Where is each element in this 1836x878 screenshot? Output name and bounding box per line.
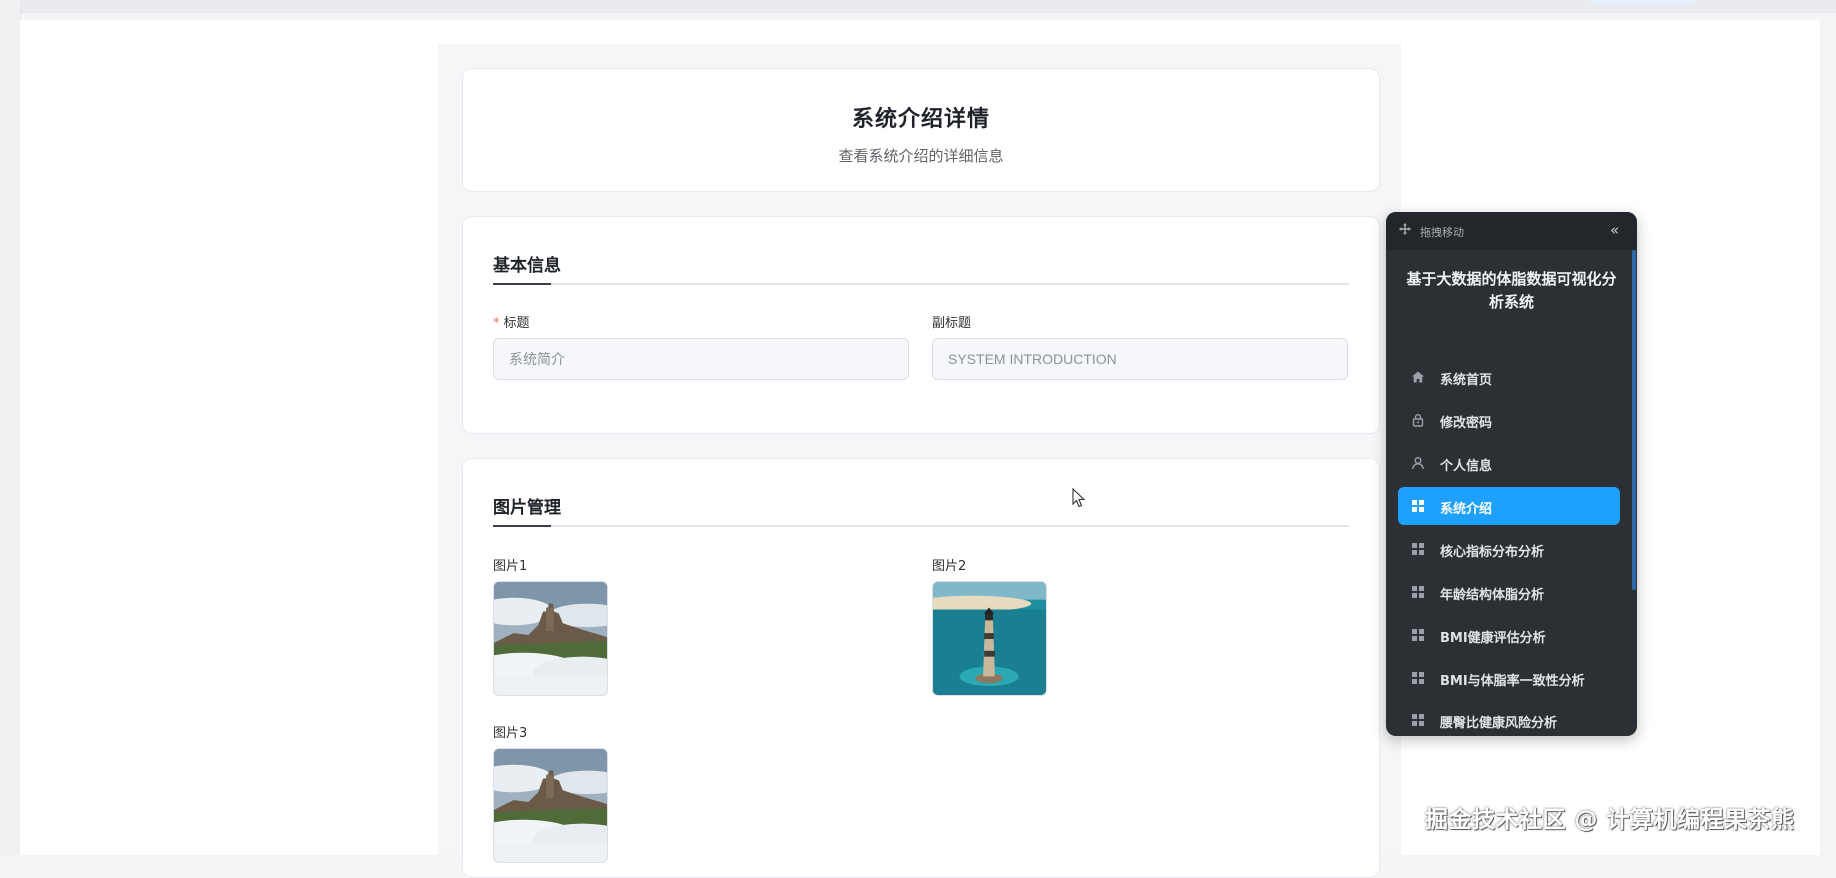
sidebar-scrollbar[interactable] — [1632, 250, 1636, 590]
sidebar-item-age-structure[interactable]: 年龄结构体脂分析 — [1398, 573, 1620, 611]
left-edge — [0, 0, 21, 855]
title-label-text: 标题 — [503, 316, 530, 331]
image-2-label: 图片2 — [932, 559, 967, 574]
section-divider-accent — [493, 283, 551, 285]
page-title: 系统介绍详情 — [851, 107, 990, 132]
image-section-title: 图片管理 — [493, 498, 561, 518]
sidebar-item-label: 系统首页 — [1440, 373, 1493, 388]
sidebar-item-label: 系统介绍 — [1440, 502, 1493, 517]
page-header-card: 系统介绍详情 查看系统介绍的详细信息 — [462, 68, 1380, 192]
top-bar-button[interactable] — [1590, 0, 1696, 6]
image-management-card: 图片管理 图片1 图片2 图片3 — [462, 458, 1380, 878]
required-mark: * — [493, 316, 500, 331]
sidebar-item-profile[interactable]: 个人信息 — [1398, 444, 1620, 482]
sidebar-item-core-metrics[interactable]: 核心指标分布分析 — [1398, 530, 1620, 568]
grid-icon — [1412, 543, 1424, 555]
title-field-label: * 标题 — [493, 312, 530, 331]
image-2-thumbnail[interactable] — [932, 581, 1047, 696]
sidebar-item-bmi-bodyfat-consistency[interactable]: BMI与体脂率一致性分析 — [1398, 659, 1620, 697]
image-3-thumbnail[interactable] — [493, 748, 608, 863]
grid-icon — [1412, 629, 1424, 641]
image-1-label: 图片1 — [493, 559, 528, 574]
grid-icon — [1412, 586, 1424, 598]
move-icon — [1399, 223, 1411, 235]
basic-info-section-title: 基本信息 — [493, 256, 561, 276]
sidebar-item-label: 腰臀比健康风险分析 — [1440, 716, 1558, 731]
title-input[interactable]: 系统简介 — [493, 338, 909, 380]
section-divider — [493, 283, 1349, 285]
sidebar-item-label: BMI健康评估分析 — [1440, 631, 1546, 646]
sidebar-item-label: 年龄结构体脂分析 — [1440, 588, 1545, 603]
grid-icon — [1412, 672, 1424, 684]
sidebar-item-label: 个人信息 — [1440, 459, 1493, 474]
page-subtitle: 查看系统介绍的详细信息 — [838, 147, 1004, 165]
sidebar-item-waist-hip-risk[interactable]: 腰臀比健康风险分析 — [1398, 701, 1620, 736]
drag-label: 拖拽移动 — [1420, 226, 1464, 239]
image-3-label: 图片3 — [493, 726, 528, 741]
sidebar-item-bmi-health[interactable]: BMI健康评估分析 — [1398, 616, 1620, 654]
image-1-thumbnail[interactable] — [493, 581, 608, 696]
grid-icon — [1412, 714, 1424, 726]
top-bar — [0, 0, 1836, 13]
app-title: 基于大数据的体脂数据可视化分析系统 — [1406, 270, 1617, 311]
sidebar-item-home[interactable]: 系统首页 — [1398, 358, 1620, 396]
lock-icon — [1412, 414, 1424, 427]
grid-icon — [1412, 500, 1424, 512]
sidebar-item-label: BMI与体脂率一致性分析 — [1440, 674, 1585, 689]
section-divider — [493, 525, 1349, 527]
mouse-cursor-icon — [1072, 488, 1086, 508]
subtitle-field-label: 副标题 — [932, 316, 972, 331]
home-icon — [1412, 371, 1424, 383]
sidebar-item-system-intro[interactable]: 系统介绍 — [1398, 487, 1620, 525]
basic-info-card: 基本信息 * 标题 系统简介 副标题 SYSTEM INTRODUCTION — [462, 216, 1380, 434]
collapse-sidebar-icon[interactable]: « — [1610, 223, 1619, 238]
village-cloud-picture — [494, 582, 607, 695]
lighthouse-picture — [933, 582, 1046, 695]
village-cloud-picture — [494, 749, 607, 862]
watermark: 掘金技术社区 @ 计算机编程果茶熊 — [1425, 807, 1795, 833]
floating-sidebar: 拖拽移动 « 基于大数据的体脂数据可视化分析系统 系统首页 修改密码 个人信息 … — [1386, 212, 1637, 736]
sidebar-item-label: 核心指标分布分析 — [1440, 545, 1545, 560]
sidebar-drag-handle[interactable]: 拖拽移动 « — [1386, 212, 1637, 250]
section-divider-accent — [493, 525, 551, 527]
user-icon — [1412, 457, 1424, 470]
subtitle-input[interactable]: SYSTEM INTRODUCTION — [932, 338, 1348, 380]
sidebar-item-change-password[interactable]: 修改密码 — [1398, 401, 1620, 439]
sidebar-item-label: 修改密码 — [1440, 416, 1493, 431]
